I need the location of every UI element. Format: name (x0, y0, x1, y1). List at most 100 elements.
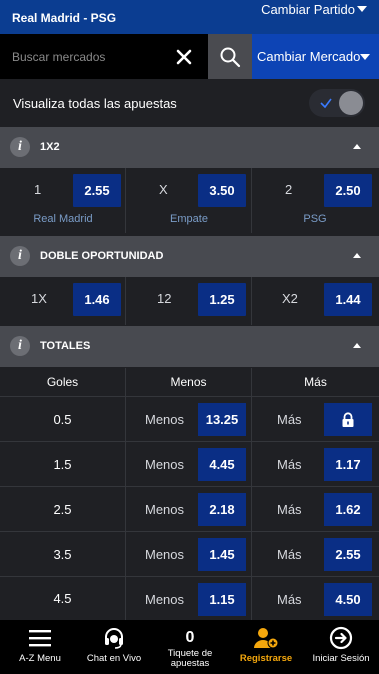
chevron-up-icon[interactable] (353, 144, 361, 149)
market-header-double-chance[interactable]: i DOBLE OPORTUNIDAD (0, 236, 379, 277)
under-cell: Menos 13.25 (126, 397, 252, 442)
over-label: Más (277, 412, 302, 427)
market-header-1x2[interactable]: i 1X2 (0, 127, 379, 168)
outcome-name: Real Madrid (33, 213, 93, 225)
outcome-cell: X2 1.44 (252, 277, 379, 325)
odds-button[interactable]: 1.15 (198, 583, 246, 616)
under-cell: Menos 1.15 (126, 577, 252, 620)
nav-label: Iniciar Sesión (312, 653, 370, 664)
odds-button[interactable]: 2.18 (198, 493, 246, 526)
info-icon[interactable]: i (10, 246, 30, 266)
info-icon[interactable]: i (10, 336, 30, 356)
odds-button[interactable]: 2.55 (73, 174, 121, 207)
toggle-knob (339, 91, 363, 115)
odds-button[interactable]: 1.25 (198, 283, 246, 316)
table-row: 3.5 Menos 1.45 Más 2.55 (0, 532, 379, 577)
outcome-cell: 1 2.55 Real Madrid (0, 168, 126, 233)
goals-line: 2.5 (0, 487, 126, 532)
market-row-double-chance: 1X 1.46 12 1.25 X2 1.44 (0, 277, 379, 325)
change-market-dropdown[interactable]: Cambiar Mercado (252, 34, 379, 79)
outcome-label: X (159, 182, 168, 197)
under-label: Menos (145, 457, 185, 472)
column-header-under: Menos (126, 368, 252, 397)
odds-button[interactable]: 1.46 (73, 283, 121, 316)
over-cell: Más 1.17 (252, 442, 379, 487)
change-market-label: Cambiar Mercado (257, 49, 361, 64)
outcome-name: PSG (303, 213, 327, 225)
under-label: Menos (145, 592, 185, 607)
outcome-cell: X 3.50 Empate (126, 168, 252, 233)
outcome-label: 12 (157, 291, 172, 306)
nav-login[interactable]: Iniciar Sesión (303, 620, 379, 674)
nav-bet-slip[interactable]: 0 Tiquete de apuestas (152, 620, 228, 674)
chevron-down-icon (360, 54, 370, 60)
table-row: 1.5 Menos 4.45 Más 1.17 (0, 442, 379, 487)
chevron-down-icon[interactable] (357, 6, 367, 12)
column-header-goals: Goles (0, 368, 126, 397)
odds-button[interactable]: 4.45 (198, 448, 246, 481)
outcome-name: Empate (170, 213, 208, 225)
bottom-nav: A-Z Menu Chat en Vivo 0 Tiquete de apues… (0, 620, 379, 674)
goals-line: 1.5 (0, 442, 126, 487)
add-user-icon (228, 626, 304, 650)
change-match-dropdown[interactable]: Cambiar Partido (261, 2, 355, 17)
odds-button[interactable]: 4.50 (324, 583, 372, 616)
column-header-over: Más (304, 375, 327, 389)
close-icon[interactable] (173, 46, 195, 68)
goals-line: 3.5 (0, 532, 126, 577)
goals-line: 4.5 (0, 577, 126, 620)
info-icon[interactable]: i (10, 137, 30, 157)
odds-button[interactable]: 2.55 (324, 538, 372, 571)
lock-icon (342, 412, 354, 427)
under-cell: Menos 4.45 (126, 442, 252, 487)
nav-az-menu[interactable]: A-Z Menu (2, 620, 78, 674)
search-bar: Cambiar Mercado (0, 34, 379, 79)
nav-label: Registrarse (239, 653, 293, 664)
odds-button[interactable]: 1.44 (324, 283, 372, 316)
outcome-cell: 1X 1.46 (0, 277, 126, 325)
show-all-bets-label: Visualiza todas las apuestas (13, 96, 177, 111)
odds-button[interactable]: 1.45 (198, 538, 246, 571)
under-label: Menos (145, 547, 185, 562)
under-cell: Menos 1.45 (126, 532, 252, 577)
odds-button[interactable]: 2.50 (324, 174, 372, 207)
show-all-bets-toggle[interactable] (309, 89, 365, 117)
login-arrow-icon (303, 626, 379, 650)
odds-button[interactable]: 3.50 (198, 174, 246, 207)
over-label: Más (277, 592, 302, 607)
under-label: Menos (145, 412, 185, 427)
show-all-bets-row: Visualiza todas las apuestas (0, 79, 379, 127)
nav-live-chat[interactable]: Chat en Vivo (76, 620, 152, 674)
search-button[interactable] (208, 34, 252, 79)
odds-button[interactable]: 1.17 (324, 448, 372, 481)
bet-slip-count: 0 (185, 629, 195, 646)
nav-label: Tiquete de apuestas (167, 648, 213, 669)
market-header-totals[interactable]: i TOTALES (0, 326, 379, 367)
nav-register[interactable]: Registrarse (228, 620, 304, 674)
over-label: Más (277, 502, 302, 517)
nav-label: A-Z Menu (19, 653, 61, 664)
odds-button[interactable]: 13.25 (198, 403, 246, 436)
odds-button-locked (324, 403, 372, 436)
search-icon (220, 47, 241, 67)
market-row-1x2: 1 2.55 Real Madrid X 3.50 Empate 2 2.50 … (0, 168, 379, 233)
outcome-cell: 2 2.50 PSG (252, 168, 379, 233)
menu-icon (2, 626, 78, 650)
chevron-up-icon[interactable] (353, 253, 361, 258)
market-title: DOBLE OPORTUNIDAD (40, 250, 164, 262)
table-row: 2.5 Menos 2.18 Más 1.62 (0, 487, 379, 532)
over-cell: Más (252, 397, 379, 442)
match-title: Real Madrid - PSG (12, 11, 117, 25)
market-title: TOTALES (40, 340, 91, 352)
odds-button[interactable]: 1.62 (324, 493, 372, 526)
chevron-up-icon[interactable] (353, 343, 361, 348)
ticket-count: 0 (152, 626, 228, 650)
headset-icon (76, 626, 152, 650)
top-bar: Real Madrid - PSG Cambiar Partido (0, 0, 379, 34)
table-row: 4.5 Menos 1.15 Más 4.50 (0, 577, 379, 620)
check-icon (320, 98, 332, 109)
over-label: Más (277, 547, 302, 562)
over-cell: Más 4.50 (252, 577, 379, 620)
table-row: 0.5 Menos 13.25 Más (0, 397, 379, 442)
outcome-label: X2 (282, 291, 298, 306)
